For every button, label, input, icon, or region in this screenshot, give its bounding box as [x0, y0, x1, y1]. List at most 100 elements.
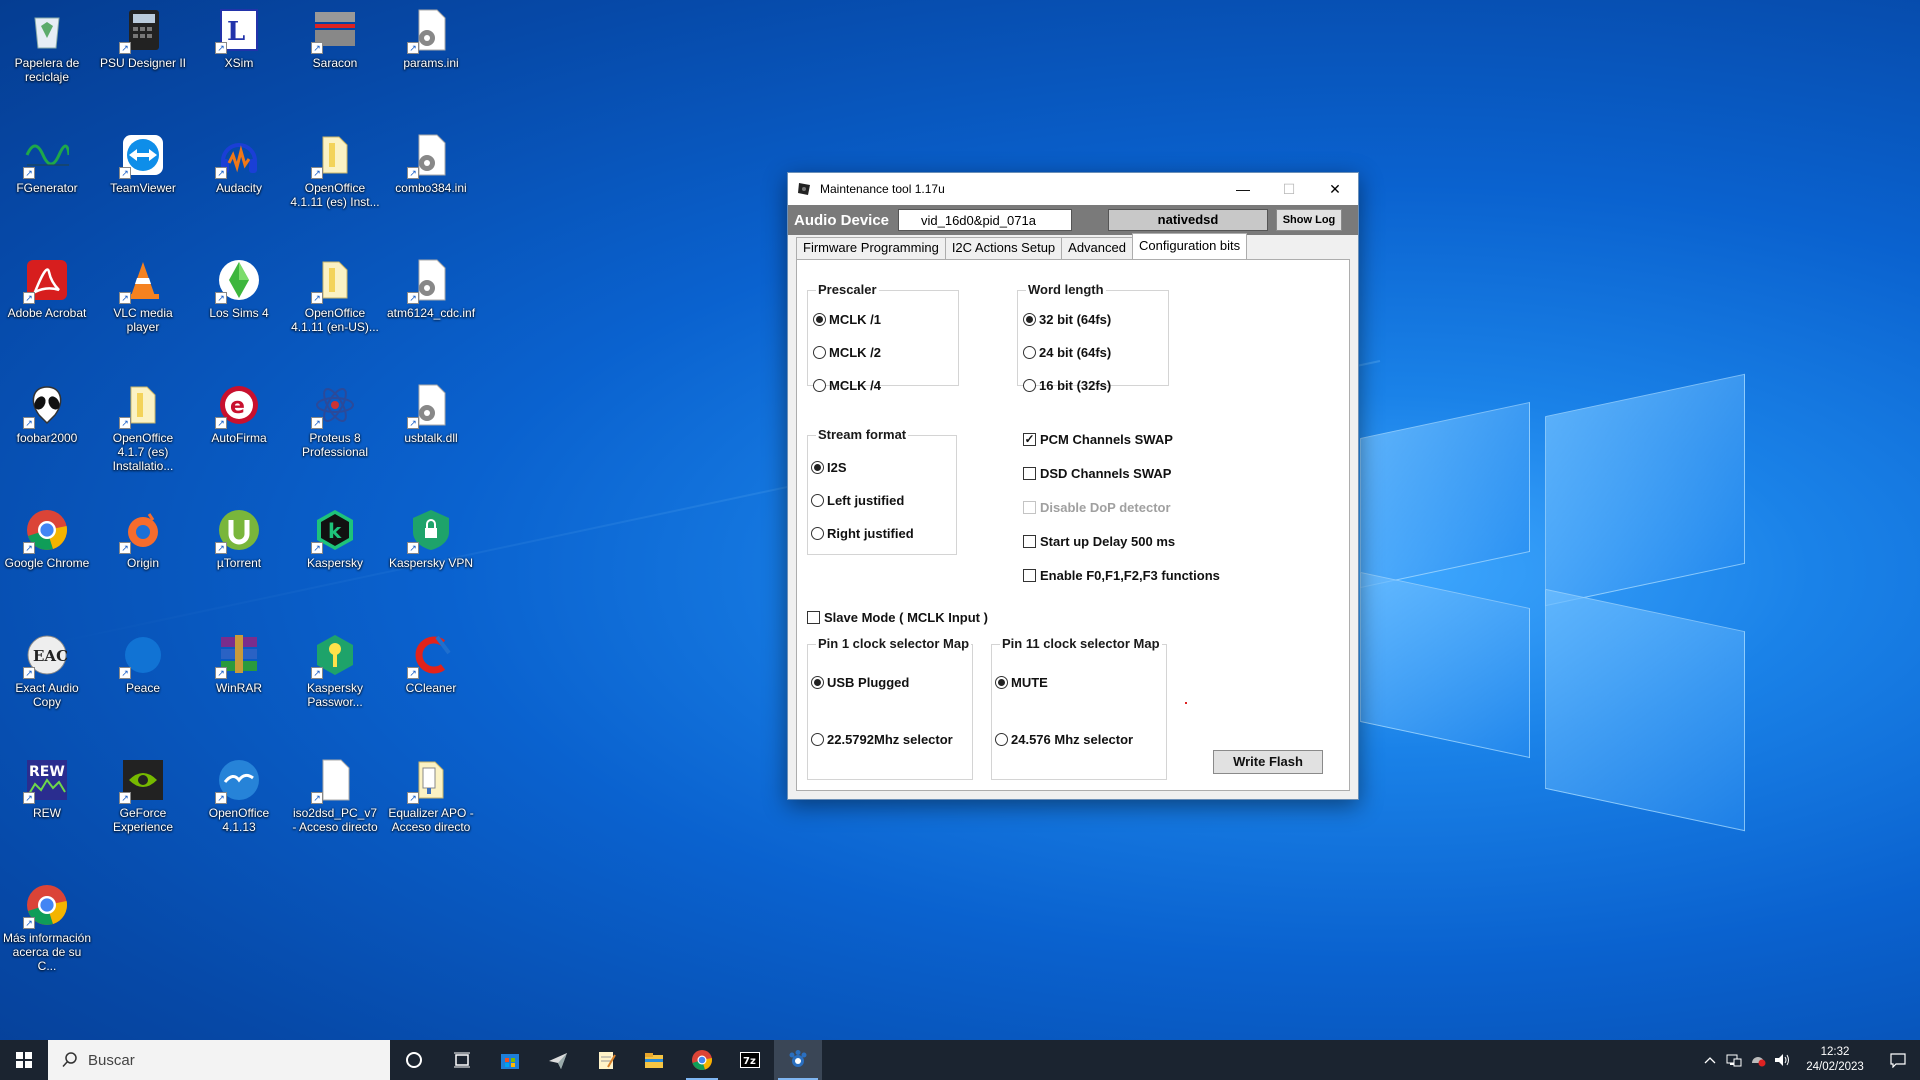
- prescaler-option-4[interactable]: MCLK /4: [813, 378, 881, 393]
- desktop-icon[interactable]: e ↗ AutoFirma: [192, 375, 286, 493]
- desktop-icon[interactable]: ↗ iso2dsd_PC_v7 - Acceso directo: [288, 750, 382, 868]
- desktop-icon[interactable]: ↗ CCleaner: [384, 625, 478, 743]
- taskbar-7zip[interactable]: 7z: [726, 1040, 774, 1080]
- taskbar-paper-plane[interactable]: [534, 1040, 582, 1080]
- desktop-icon[interactable]: ↗ VLC media player: [96, 250, 190, 368]
- desktop-icon[interactable]: Papelera de reciclaje: [0, 0, 94, 118]
- chevron-up-icon[interactable]: [1698, 1040, 1722, 1080]
- desktop-icon[interactable]: ↗ Origin: [96, 500, 190, 618]
- word-length-option-16[interactable]: 16 bit (32fs): [1023, 378, 1111, 393]
- maintenance-tool-icon: [789, 1050, 807, 1067]
- desktop-icon[interactable]: ↗ usbtalk.dll: [384, 375, 478, 493]
- desktop-icon[interactable]: L ↗ XSim: [192, 0, 286, 118]
- desktop-icon[interactable]: ↗ Más información acerca de su C...: [0, 875, 94, 993]
- svg-text:e: e: [230, 394, 245, 419]
- startup-delay-checkbox[interactable]: Start up Delay 500 ms: [1023, 534, 1175, 549]
- desktop-icon[interactable]: ↗ Kaspersky Passwor...: [288, 625, 382, 743]
- taskbar-notepad[interactable]: [582, 1040, 630, 1080]
- radio-icon: [1023, 346, 1036, 359]
- taskbar-chrome[interactable]: [678, 1040, 726, 1080]
- desktop-icon[interactable]: ↗ GeForce Experience: [96, 750, 190, 868]
- desktop-icon[interactable]: ↗ OpenOffice 4.1.11 (en-US)...: [288, 250, 382, 368]
- radio-selected-icon: [1023, 313, 1036, 326]
- desktop-icon[interactable]: ↗ Adobe Acrobat: [0, 250, 94, 368]
- taskbar-maintenance-tool[interactable]: [774, 1040, 822, 1080]
- pin11-clock-map-group: Pin 11 clock selector Map: [991, 636, 1167, 780]
- desktop-icon[interactable]: EAC ↗ Exact Audio Copy: [0, 625, 94, 743]
- taskbar-store[interactable]: [486, 1040, 534, 1080]
- kaspersky-tray-icon[interactable]: [1746, 1040, 1770, 1080]
- clock[interactable]: 12:32 24/02/2023: [1794, 1045, 1876, 1075]
- desktop-icon[interactable]: ↗ params.ini: [384, 0, 478, 118]
- shortcut-arrow-icon: ↗: [119, 417, 131, 429]
- start-button[interactable]: [0, 1040, 48, 1080]
- prescaler-option-2[interactable]: MCLK /2: [813, 345, 881, 360]
- shortcut-arrow-icon: ↗: [407, 667, 419, 679]
- audio-device-field[interactable]: vid_16d0&pid_071a: [898, 209, 1072, 231]
- desktop-icon[interactable]: ↗ foobar2000: [0, 375, 94, 493]
- desktop-icon[interactable]: ↗ Kaspersky VPN: [384, 500, 478, 618]
- cortana-button[interactable]: [390, 1040, 438, 1080]
- settings-file-icon: ↗: [407, 133, 453, 179]
- pin11-option-24mhz[interactable]: 24.576 Mhz selector: [995, 732, 1133, 747]
- stream-format-option-left[interactable]: Left justified: [811, 493, 904, 508]
- stream-format-option-right[interactable]: Right justified: [811, 526, 914, 541]
- write-flash-button[interactable]: Write Flash: [1213, 750, 1323, 774]
- desktop-icon[interactable]: ↗ µTorrent: [192, 500, 286, 618]
- volume-icon[interactable]: [1770, 1040, 1794, 1080]
- desktop-icon[interactable]: ↗ Peace: [96, 625, 190, 743]
- desktop-icon[interactable]: ↗ Google Chrome: [0, 500, 94, 618]
- slave-mode-checkbox[interactable]: Slave Mode ( MCLK Input ): [807, 610, 988, 625]
- clock-time: 12:32: [1820, 1046, 1850, 1058]
- peace-icon: ↗: [119, 633, 165, 679]
- prescaler-option-1[interactable]: MCLK /1: [813, 312, 881, 327]
- desktop-icon[interactable]: ↗ TeamViewer: [96, 125, 190, 243]
- tab-strip: Firmware Programming I2C Actions Setup A…: [796, 233, 1248, 259]
- tab-firmware-programming[interactable]: Firmware Programming: [796, 237, 946, 259]
- task-view-button[interactable]: [438, 1040, 486, 1080]
- desktop-icon[interactable]: ↗ Los Sims 4: [192, 250, 286, 368]
- desktop-icon[interactable]: REW ↗ REW: [0, 750, 94, 868]
- stream-format-option-i2s[interactable]: I2S: [811, 460, 847, 475]
- notification-center-icon[interactable]: [1876, 1040, 1920, 1080]
- desktop-icon[interactable]: ↗ WinRAR: [192, 625, 286, 743]
- checkbox-icon: [1023, 569, 1036, 582]
- desktop-icon[interactable]: ↗ Equalizer APO - Acceso directo: [384, 750, 478, 868]
- title-bar[interactable]: Maintenance tool 1.17u — ☐ ✕: [788, 173, 1358, 205]
- desktop-icon[interactable]: ↗ combo384.ini: [384, 125, 478, 243]
- network-icon[interactable]: [1722, 1040, 1746, 1080]
- shortcut-arrow-icon: ↗: [407, 542, 419, 554]
- desktop-icon[interactable]: k ↗ Kaspersky: [288, 500, 382, 618]
- tab-configuration-bits[interactable]: Configuration bits: [1131, 233, 1248, 259]
- minimize-button[interactable]: —: [1220, 173, 1266, 205]
- disable-dop-detector-checkbox: Disable DoP detector: [1023, 500, 1171, 515]
- show-log-button[interactable]: Show Log: [1276, 209, 1342, 231]
- desktop-icon[interactable]: ↗ OpenOffice 4.1.13: [192, 750, 286, 868]
- desktop-icon-label: Exact Audio Copy: [15, 681, 79, 709]
- pcm-channels-swap-checkbox[interactable]: ✓ PCM Channels SWAP: [1023, 432, 1173, 447]
- desktop-icon[interactable]: ↗ FGenerator: [0, 125, 94, 243]
- dsd-channels-swap-checkbox[interactable]: DSD Channels SWAP: [1023, 466, 1171, 481]
- tab-advanced[interactable]: Advanced: [1061, 237, 1133, 259]
- pin11-option-mute[interactable]: MUTE: [995, 675, 1048, 690]
- desktop-icon[interactable]: ↗ OpenOffice 4.1.11 (es) Inst...: [288, 125, 382, 243]
- pin1-option-22mhz[interactable]: 22.5792Mhz selector: [811, 732, 953, 747]
- desktop-icon-label: Proteus 8 Professional: [301, 431, 369, 459]
- taskbar-file-explorer[interactable]: [630, 1040, 678, 1080]
- desktop-icon[interactable]: ↗ Proteus 8 Professional: [288, 375, 382, 493]
- desktop-icon-label: VLC media player: [113, 306, 173, 334]
- desktop-icon[interactable]: ↗ Audacity: [192, 125, 286, 243]
- enable-functions-checkbox[interactable]: Enable F0,F1,F2,F3 functions: [1023, 568, 1220, 583]
- close-button[interactable]: ✕: [1312, 173, 1358, 205]
- key-shield-icon: ↗: [311, 633, 357, 679]
- word-length-option-32[interactable]: 32 bit (64fs): [1023, 312, 1111, 327]
- desktop-icon[interactable]: ↗ OpenOffice 4.1.7 (es) Installatio...: [96, 375, 190, 493]
- svg-text:k: k: [328, 519, 342, 543]
- word-length-option-24[interactable]: 24 bit (64fs): [1023, 345, 1111, 360]
- tab-i2c-actions-setup[interactable]: I2C Actions Setup: [944, 237, 1063, 259]
- pin1-option-usb-plugged[interactable]: USB Plugged: [811, 675, 909, 690]
- search-box[interactable]: Buscar: [48, 1040, 390, 1080]
- desktop-icon[interactable]: ↗ PSU Designer II: [96, 0, 190, 118]
- desktop-icon[interactable]: ↗ Saracon: [288, 0, 382, 118]
- desktop-icon[interactable]: ↗ atm6124_cdc.inf: [384, 250, 478, 368]
